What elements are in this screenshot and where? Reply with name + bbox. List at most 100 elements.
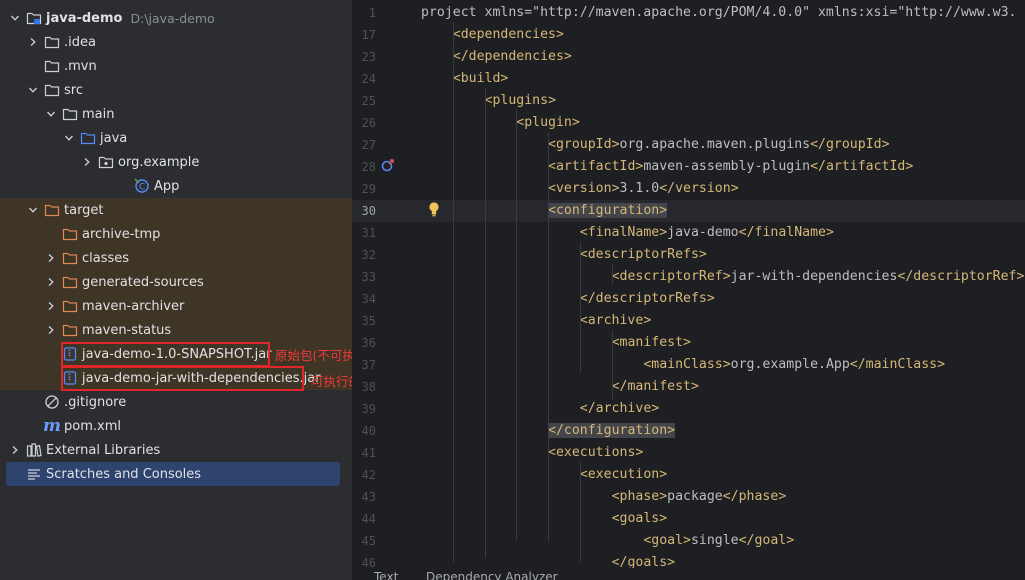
tree-item-label: maven-archiver [82,298,185,314]
tree-item-generated-sources[interactable]: generated-sources [0,270,352,294]
line-number: 34 [361,292,376,306]
chevron-down-icon[interactable] [26,198,40,222]
folder-icon [62,274,78,290]
tree-item-src[interactable]: src [0,78,352,102]
code-editor[interactable]: 1 project xmlns="http://maven.apache.org/… [352,0,1025,580]
tree-item-mvn[interactable]: .mvn [0,54,352,78]
line-number: 24 [361,72,376,86]
tree-item-label: External Libraries [46,442,161,458]
chevron-right-icon[interactable] [44,294,58,318]
code-text: project xmlns="http://maven.apache.org/P… [421,5,1017,20]
chevron-down-icon[interactable] [44,102,58,126]
line-number: 35 [361,314,376,328]
code-text: <descriptorRef>jar-with-dependencies</de… [611,269,1025,284]
maven-icon: m [43,416,61,436]
line-number: 28 [361,160,376,174]
code-line[interactable]: 1 project xmlns="http://maven.apache.org/… [352,2,1025,24]
line-number: 41 [361,446,376,460]
chevron-right-icon[interactable] [26,30,40,54]
tree-item-label: java-demo-jar-with-dependencies.jar [82,370,321,386]
tree-item-classes[interactable]: classes [0,246,352,270]
code-text: <executions> [548,445,644,460]
tree-item-idea[interactable]: .idea [0,30,352,54]
libraries-icon [26,442,42,458]
package-icon [98,154,114,170]
editor-bottom-tabs: Text Dependency Analyzer [352,568,1025,580]
tree-item-org-example[interactable]: org.example [0,150,352,174]
tree-item-label: java-demo [46,10,123,26]
tab-dependency-analyzer[interactable]: Dependency Analyzer [426,570,558,580]
chevron-right-icon[interactable] [44,318,58,342]
tree-item-maven-archiver[interactable]: maven-archiver [0,294,352,318]
tree-item-gitignore[interactable]: .gitignore [0,390,352,414]
line-number: 42 [361,468,376,482]
code-text: <descriptorRefs> [579,247,707,262]
line-number: 33 [361,270,376,284]
line-number: 36 [361,336,376,350]
line-number: 26 [361,116,376,130]
tree-item-external-libraries[interactable]: External Libraries [0,438,352,462]
lightbulb-icon[interactable] [427,201,441,221]
tree-item-label: src [64,82,83,98]
overrides-icon[interactable] [381,158,395,176]
tree-item-pom-xml[interactable]: m pom.xml [0,414,352,438]
jar-icon [62,346,78,362]
tree-item-scratches[interactable]: Scratches and Consoles [6,462,340,486]
code-text: <archive> [579,313,652,328]
code-text: <build> [452,71,509,86]
code-text: <goal>single</goal> [643,533,795,548]
code-text: <plugin> [516,115,580,130]
tree-item-target[interactable]: target [0,198,352,222]
code-text: <manifest> [611,335,691,350]
chevron-down-icon[interactable] [26,78,40,102]
tab-text[interactable]: Text [374,570,398,580]
code-text: <artifactId>maven-assembly-plugin</artif… [548,159,914,174]
scratches-icon [26,466,42,482]
class-icon: C [134,178,150,194]
folder-icon [44,202,60,218]
tree-item-label: classes [82,250,130,266]
tree-item-label: main [82,106,115,122]
code-text: <phase>package</phase> [611,489,787,504]
tree-item-java-demo[interactable]: java-demo D:\java-demo [0,6,352,30]
line-number: 38 [361,380,376,394]
tree-item-label: org.example [118,154,200,170]
chevron-right-icon[interactable] [44,270,58,294]
chevron-down-icon[interactable] [62,126,76,150]
tree-item-label: target [64,202,104,218]
folder-icon [80,130,96,146]
chevron-down-icon[interactable] [8,6,22,30]
ignore-file-icon [44,394,60,410]
tree-item-label: .idea [64,34,96,50]
module-folder-icon [26,10,42,26]
code-text: <finalName>java-demo</finalName> [579,225,834,240]
chevron-right-icon[interactable] [44,246,58,270]
line-number: 1 [368,6,376,20]
tree-item-main[interactable]: main [0,102,352,126]
chevron-right-icon[interactable] [8,438,22,462]
tree-item-label: generated-sources [82,274,204,290]
code-text: <goals> [611,511,668,526]
svg-text:C: C [139,182,145,192]
tree-item-label: java-demo-1.0-SNAPSHOT.jar [82,346,272,362]
tree-item-java[interactable]: java [0,126,352,150]
tree-item-fat-jar[interactable]: java-demo-jar-with-dependencies.jar [0,366,352,390]
annotation-original-jar: 原始包(不可执行) [275,348,352,363]
line-number: 25 [361,94,376,108]
line-number: 44 [361,512,376,526]
tree-item-label: java [100,130,128,146]
folder-icon [44,34,60,50]
code-text: </dependencies> [452,49,572,64]
tree-item-app[interactable]: C App [0,174,352,198]
tree-item-label: .mvn [64,58,97,74]
code-text: </descriptorRefs> [579,291,715,306]
line-number: 39 [361,402,376,416]
chevron-right-icon[interactable] [80,150,94,174]
tree-item-maven-status[interactable]: maven-status [0,318,352,342]
line-number: 32 [361,248,376,262]
line-number: 17 [361,28,376,42]
tree-item-label: archive-tmp [82,226,161,242]
tree-item-archive-tmp[interactable]: archive-tmp [0,222,352,246]
line-number: 29 [361,182,376,196]
folder-icon [44,82,60,98]
